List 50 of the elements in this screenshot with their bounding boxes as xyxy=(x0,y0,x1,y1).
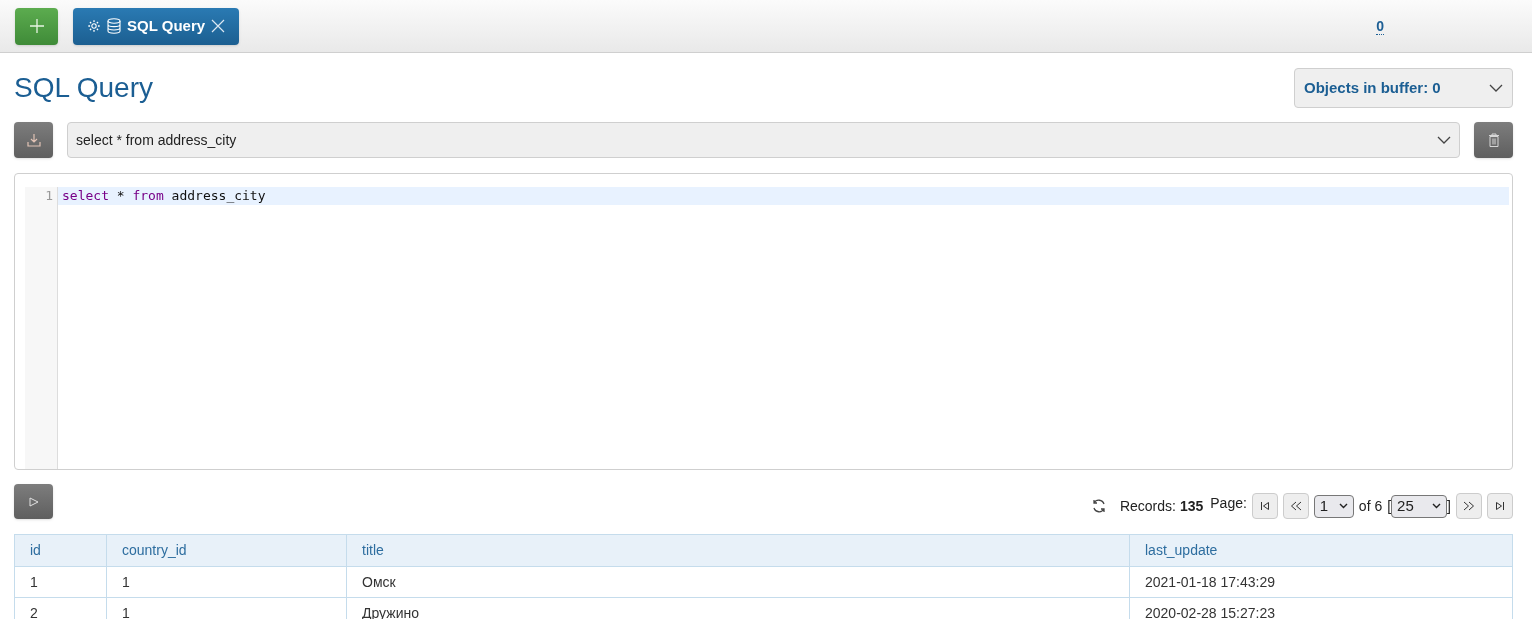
counter-link[interactable]: 0 xyxy=(1376,17,1384,35)
page-label: Page: xyxy=(1210,493,1247,513)
records-label: Records: xyxy=(1119,496,1176,516)
play-icon xyxy=(28,496,39,507)
column-header[interactable]: last_update xyxy=(1129,534,1513,567)
gear-icon xyxy=(87,19,101,33)
query-select[interactable]: select * from address_city xyxy=(67,122,1460,158)
delete-button[interactable] xyxy=(1474,122,1513,158)
add-button[interactable] xyxy=(15,7,58,45)
last-page-button[interactable] xyxy=(1487,493,1513,519)
column-header[interactable]: id xyxy=(14,534,107,567)
buffer-dropdown[interactable]: Objects in buffer: 0 xyxy=(1294,68,1513,108)
page-title: SQL Query xyxy=(14,71,153,105)
download-button[interactable] xyxy=(14,122,53,158)
next-page-button[interactable] xyxy=(1456,493,1482,519)
previous-page-button[interactable] xyxy=(1282,493,1309,519)
table-cell: Омск xyxy=(346,566,1130,598)
tab-label: SQL Query xyxy=(127,15,206,36)
table-cell: 2 xyxy=(14,597,107,619)
column-header[interactable]: title xyxy=(346,534,1130,567)
tab[interactable]: SQL Query xyxy=(73,7,240,45)
chevron-down-icon xyxy=(1489,84,1503,92)
first-page-button[interactable] xyxy=(1251,493,1278,519)
page-select[interactable]: 1 xyxy=(1313,494,1354,518)
run-button[interactable] xyxy=(14,484,53,519)
chevron-down-icon xyxy=(1437,136,1451,144)
refresh-icon[interactable] xyxy=(1090,498,1107,514)
code-editor[interactable]: 1 select * from address_city xyxy=(14,173,1513,470)
trash-icon xyxy=(1487,133,1500,147)
column-header[interactable]: country_id xyxy=(106,534,347,567)
database-icon xyxy=(107,18,121,34)
table-cell: 1 xyxy=(14,566,107,598)
code-line: select * from address_city xyxy=(62,188,266,203)
double-left-icon xyxy=(1289,501,1302,511)
chevron-down-icon xyxy=(1338,503,1348,509)
last-page-icon xyxy=(1495,501,1505,511)
records-count: 135 xyxy=(1179,496,1204,516)
line-number: 1 xyxy=(44,187,53,205)
page-count: of 6 xyxy=(1358,496,1383,516)
chevron-down-icon xyxy=(1432,503,1442,509)
table-cell: 2021-01-18 17:43:29 xyxy=(1129,566,1513,598)
page-size-select[interactable]: 25 xyxy=(1391,494,1448,518)
close-icon[interactable] xyxy=(211,19,226,33)
bracket: [ xyxy=(1387,496,1392,516)
table-cell: 1 xyxy=(106,566,347,598)
download-icon xyxy=(26,133,41,147)
double-right-icon xyxy=(1463,501,1475,511)
first-page-icon xyxy=(1259,501,1270,511)
bracket: ] xyxy=(1447,496,1451,516)
plus-icon xyxy=(28,18,45,34)
